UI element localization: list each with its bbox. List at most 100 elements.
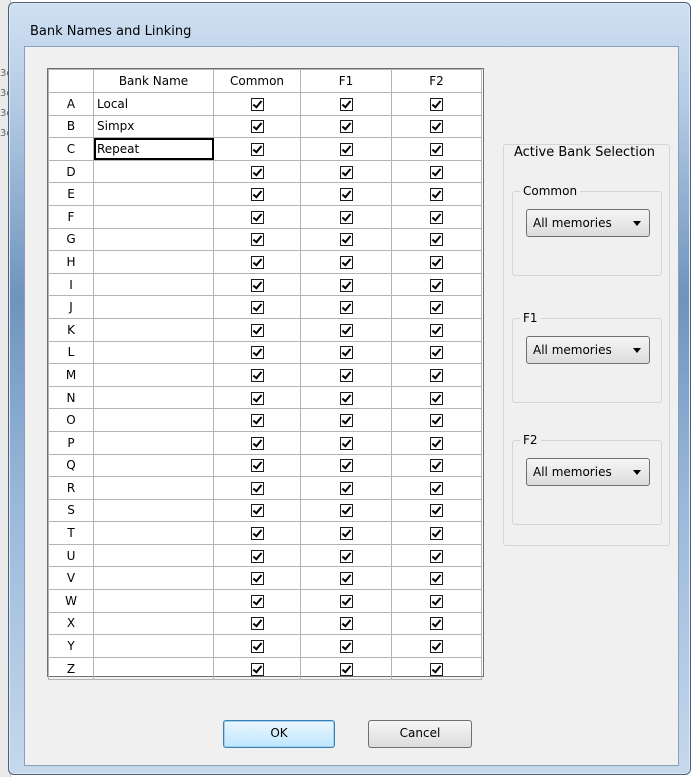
common-checkbox[interactable] [250,233,264,247]
f2-checkbox[interactable] [430,97,443,111]
f2-checkbox[interactable] [430,278,443,292]
f1-checkbox[interactable] [339,120,353,134]
table-row[interactable]: T [48,521,482,545]
f1-checkbox[interactable] [339,210,353,224]
bank-name-cell[interactable] [93,634,214,658]
common-checkbox[interactable] [250,572,264,586]
table-row[interactable]: W [48,589,482,613]
f1-checkbox[interactable] [339,97,353,111]
f1-checkbox[interactable] [339,436,353,450]
common-checkbox[interactable] [250,414,264,428]
bank-grid[interactable]: Bank Name Common F1 F2 A Local B Simpx C Repe… [47,68,484,681]
table-row[interactable]: I [48,272,482,297]
f1-checkbox[interactable] [339,481,353,495]
common-checkbox[interactable] [250,120,264,134]
table-row[interactable]: D [48,159,482,184]
f1-checkbox[interactable] [339,549,353,563]
common-checkbox[interactable] [250,391,264,405]
bank-name-cell[interactable] [93,159,214,184]
table-row[interactable]: Q [48,453,482,478]
f2-bank-dropdown[interactable]: All memories [526,458,650,486]
bank-name-cell[interactable] [93,227,214,252]
f1-checkbox[interactable] [339,165,353,179]
f2-checkbox[interactable] [430,368,443,382]
common-checkbox[interactable] [250,504,264,518]
bank-name-cell[interactable] [93,498,214,523]
bank-name-cell[interactable] [93,543,214,568]
table-row[interactable]: J [48,295,482,319]
f2-checkbox[interactable] [430,617,443,631]
table-row[interactable]: K [48,317,482,342]
common-checkbox[interactable] [250,436,264,450]
common-checkbox[interactable] [250,210,264,224]
bank-name-cell[interactable] [93,204,214,229]
table-row[interactable]: O [48,408,482,432]
common-checkbox[interactable] [250,142,264,156]
f1-checkbox[interactable] [339,640,353,654]
table-row[interactable]: Y [48,634,482,658]
f2-checkbox[interactable] [430,414,443,428]
bank-name-cell[interactable]: Local [93,92,214,116]
table-row[interactable]: A Local [48,92,482,116]
f2-checkbox[interactable] [430,255,443,269]
f2-checkbox[interactable] [430,594,443,608]
f1-checkbox[interactable] [339,527,353,541]
f2-checkbox[interactable] [430,346,443,360]
f2-checkbox[interactable] [430,210,443,224]
bank-name-cell[interactable] [93,521,214,545]
f1-checkbox[interactable] [339,391,353,405]
table-row[interactable]: B Simpx [48,114,482,139]
bank-name-cell[interactable] [93,250,214,274]
bank-name-cell[interactable]: Simpx [93,114,214,139]
f1-checkbox[interactable] [339,414,353,428]
bank-name-cell[interactable] [93,340,214,365]
common-checkbox[interactable] [250,346,264,360]
f2-checkbox[interactable] [430,391,443,405]
f1-checkbox[interactable] [339,504,353,518]
f1-checkbox[interactable] [339,368,353,382]
bank-name-cell[interactable] [93,363,214,387]
common-checkbox[interactable] [250,617,264,631]
f1-checkbox[interactable] [339,459,353,473]
bank-name-cell[interactable] [93,385,214,410]
table-row[interactable]: L [48,340,482,365]
f1-checkbox[interactable] [339,594,353,608]
f2-checkbox[interactable] [430,572,443,586]
bank-name-cell[interactable] [93,295,214,319]
f2-checkbox[interactable] [430,459,443,473]
common-checkbox[interactable] [250,481,264,495]
f2-checkbox[interactable] [430,436,443,450]
bank-name-cell[interactable] [93,272,214,297]
f2-checkbox[interactable] [430,323,443,337]
common-checkbox[interactable] [250,368,264,382]
f1-checkbox[interactable] [339,142,353,156]
bank-name-cell[interactable] [93,317,214,342]
f2-checkbox[interactable] [430,640,443,654]
column-header-bank-name[interactable]: Bank Name [93,69,214,93]
f1-bank-dropdown[interactable]: All memories [526,336,650,364]
ok-button[interactable]: OK [223,720,335,748]
cancel-button[interactable]: Cancel [368,720,472,748]
common-checkbox[interactable] [250,459,264,473]
f2-checkbox[interactable] [430,504,443,518]
bank-name-cell[interactable] [93,476,214,500]
column-header-common[interactable]: Common [213,69,301,93]
table-row[interactable]: M [48,363,482,387]
table-row[interactable]: Z [48,656,482,681]
f2-checkbox[interactable] [430,527,443,541]
common-bank-dropdown[interactable]: All memories [526,209,650,237]
table-row[interactable]: E [48,182,482,206]
table-row[interactable]: C Repeat [48,137,482,161]
table-row[interactable]: H [48,250,482,274]
f1-checkbox[interactable] [339,346,353,360]
common-checkbox[interactable] [250,527,264,541]
table-row[interactable]: X [48,611,482,636]
common-checkbox[interactable] [250,323,264,337]
column-header-f1[interactable]: F1 [300,69,392,93]
f1-checkbox[interactable] [339,233,353,247]
common-checkbox[interactable] [250,97,264,111]
f1-checkbox[interactable] [339,662,353,676]
f1-checkbox[interactable] [339,323,353,337]
f1-checkbox[interactable] [339,617,353,631]
common-checkbox[interactable] [250,640,264,654]
